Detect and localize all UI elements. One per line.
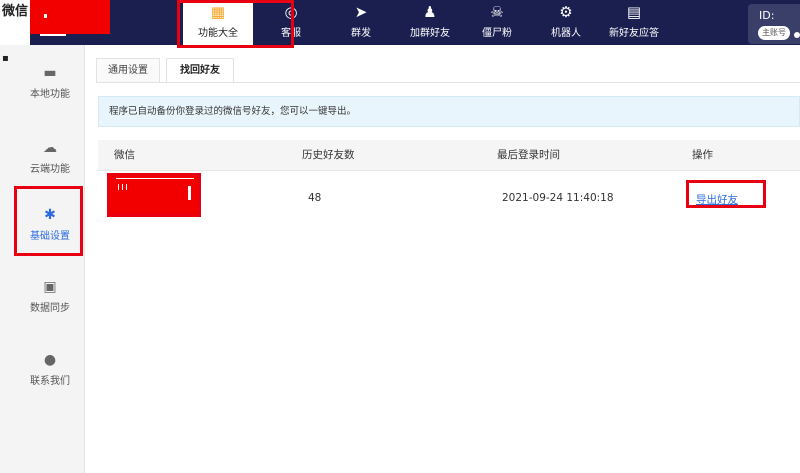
user-icon: ● <box>43 352 57 368</box>
sidebar-item-label: 数据同步 <box>30 303 70 314</box>
tab-divider <box>96 82 800 83</box>
nav-tab-zombie-fans[interactable]: ☠ 僵尸粉 <box>472 0 522 45</box>
id-label: ID: <box>759 9 775 22</box>
column-header-last-login: 最后登录时间 <box>497 149 560 161</box>
nav-label: 群发 <box>351 28 371 39</box>
friend-count: 48 <box>308 192 322 204</box>
column-header-wechat: 微信 <box>114 149 135 161</box>
sidebar-item-label: 本地功能 <box>30 89 70 100</box>
last-login-time: 2021-09-24 11:40:18 <box>502 192 614 204</box>
nav-label: 新好友应答 <box>609 28 659 39</box>
nav-label: 机器人 <box>551 28 581 39</box>
cloud-icon: ☁ <box>43 140 57 156</box>
tab-general-settings[interactable]: 通用设置 <box>96 58 160 83</box>
sidebar-marker: ▪ <box>2 53 9 64</box>
sidebar: ▪ <box>0 45 85 473</box>
highlight-box-export-friends <box>686 180 766 208</box>
top-navigation-bar <box>0 0 800 45</box>
nav-tab-robot[interactable]: ⚙ 机器人 <box>541 0 591 45</box>
highlight-box-wechat-account <box>107 173 201 217</box>
nav-label: 加群好友 <box>410 28 450 39</box>
sidebar-item-contact-us[interactable]: ● 联系我们 <box>15 350 85 387</box>
column-header-friend-count: 历史好友数 <box>302 149 355 161</box>
sync-icon: ▣ <box>43 279 57 295</box>
nav-tab-mass-send[interactable]: ➤ 群发 <box>336 0 386 45</box>
nav-tab-add-group-friends[interactable]: ♟ 加群好友 <box>404 0 456 45</box>
highlight-box-all-features <box>177 0 294 48</box>
app-title: 微信 <box>0 0 31 19</box>
sidebar-item-label: 云端功能 <box>30 164 70 175</box>
column-header-action: 操作 <box>692 149 713 161</box>
highlight-box-basic-settings <box>14 186 83 256</box>
tab-label: 通用设置 <box>108 65 148 76</box>
redacted-brand-underline <box>40 34 66 36</box>
monitor-icon: ▬ <box>43 65 57 81</box>
sidebar-item-data-sync[interactable]: ▣ 数据同步 <box>15 277 85 314</box>
sidebar-item-local[interactable]: ▬ 本地功能 <box>15 63 85 100</box>
chat-icon: ▤ <box>626 3 642 21</box>
tab-recover-friends[interactable]: 找回好友 <box>166 58 234 83</box>
sidebar-item-cloud[interactable]: ☁ 云端功能 <box>15 138 85 175</box>
nav-label: 僵尸粉 <box>482 28 512 39</box>
account-card[interactable]: ID: 主账号 <box>748 4 800 44</box>
account-badge: 主账号 <box>758 26 790 40</box>
status-dot <box>794 32 800 38</box>
redacted-brand-mark <box>44 14 47 18</box>
robot-icon: ⚙ <box>559 3 573 21</box>
sidebar-item-label: 联系我们 <box>30 376 70 387</box>
redacted-brand <box>30 0 110 34</box>
add-user-icon: ♟ <box>423 3 437 21</box>
send-icon: ➤ <box>354 3 368 21</box>
tab-label: 找回好友 <box>180 65 220 76</box>
info-notice: 程序已自动备份你登录过的微信号好友，您可以一键导出。 <box>98 96 800 127</box>
skull-icon: ☠ <box>490 3 504 21</box>
nav-tab-new-friend-reply[interactable]: ▤ 新好友应答 <box>606 0 662 45</box>
